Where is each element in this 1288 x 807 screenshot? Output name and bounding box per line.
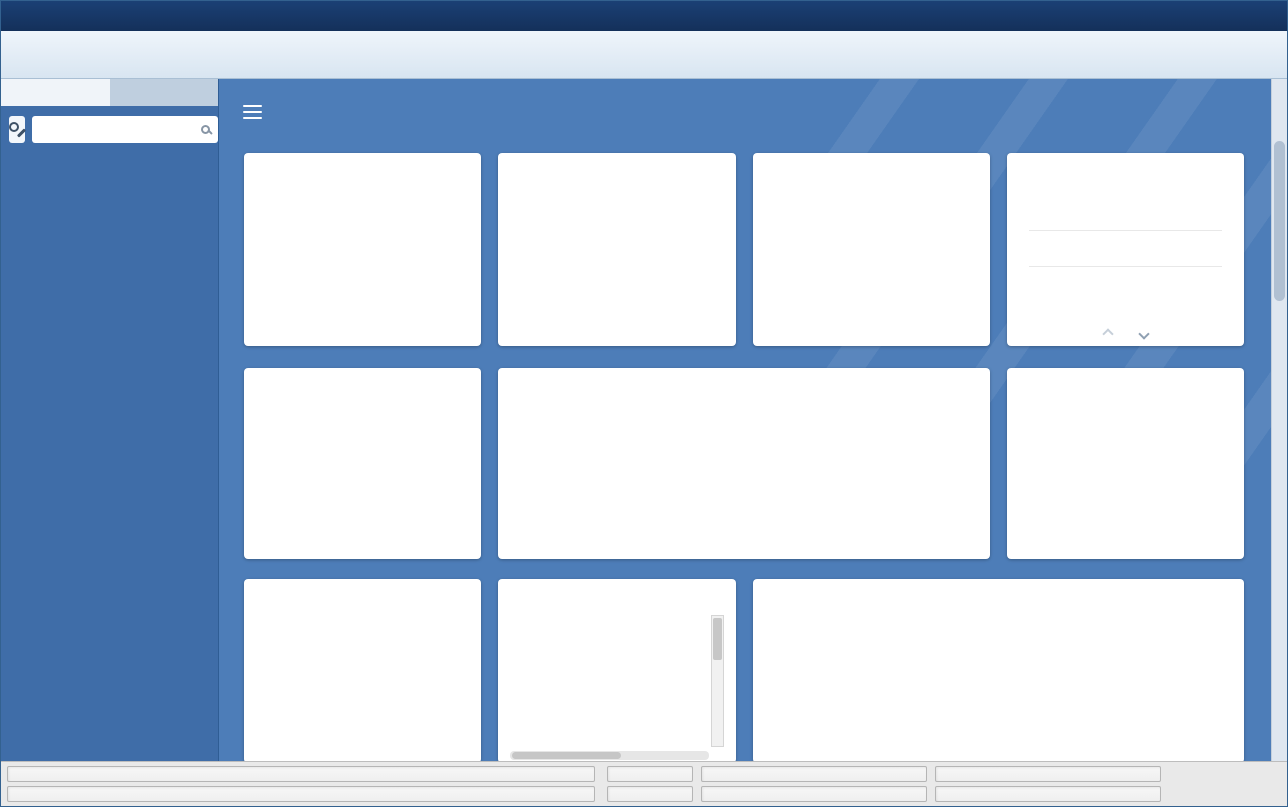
recent-update-item: [1007, 195, 1244, 231]
tab-drag-and-relate[interactable]: [109, 79, 218, 106]
status-message-field: [7, 766, 595, 782]
widget-menu-icon[interactable]: [243, 101, 262, 123]
customize-menu-button[interactable]: [9, 116, 25, 143]
menu-search-input[interactable]: [40, 122, 195, 137]
chart-card-pie: [1007, 368, 1244, 559]
chart-card-line: [498, 368, 990, 559]
dashboard: [219, 79, 1271, 761]
status-time-field: [607, 786, 693, 802]
recent-updates-card: [1007, 153, 1244, 346]
title-bar: [1, 1, 1287, 31]
chart-box-colimuline: [254, 611, 471, 757]
bp-table-wrap: [510, 615, 709, 747]
status-message-field: [7, 786, 595, 802]
status-date-field: [607, 766, 693, 782]
search-icon: [201, 125, 210, 134]
chart-card-colimuline: [244, 579, 481, 761]
sidebar-search-row: [1, 106, 218, 152]
chart-box-pie: [1017, 402, 1234, 551]
chart-card-normal: [244, 368, 481, 559]
recent-pager: [1007, 328, 1244, 340]
wrench-icon: [9, 121, 25, 138]
kpi-card-grpo-not-invoiced: [753, 153, 990, 346]
recent-update-item: [1007, 231, 1244, 267]
status-field: [701, 766, 927, 782]
table-card: [498, 579, 736, 761]
main-vertical-scrollbar[interactable]: [1271, 79, 1287, 761]
table-vertical-scrollbar[interactable]: [711, 615, 724, 747]
app-window: [0, 0, 1288, 807]
sap-business-one-logo: [1270, 766, 1273, 769]
chevron-up-icon[interactable]: [1101, 328, 1114, 340]
chart-box-advdb: [763, 611, 1234, 757]
sidebar: [1, 79, 219, 761]
status-bar: [1, 761, 1287, 806]
main-toolbar: [1, 31, 1287, 79]
tab-modules[interactable]: [1, 79, 110, 106]
scrollbar-thumb[interactable]: [1274, 141, 1285, 301]
recent-updates-list: [1007, 195, 1244, 267]
chevron-down-icon[interactable]: [1137, 328, 1150, 340]
status-field: [701, 786, 927, 802]
menu-search-box: [32, 116, 218, 143]
chart-box-normal: [254, 402, 471, 551]
table-horizontal-scrollbar[interactable]: [510, 751, 709, 760]
kpi-card-total-purchase: [244, 153, 481, 346]
sidebar-tabs: [1, 79, 218, 106]
status-field: [935, 766, 1161, 782]
chart-box-line: [508, 402, 980, 551]
chart-card-advdb: [753, 579, 1244, 761]
kpi-card-total-payable: [498, 153, 736, 346]
status-field: [935, 786, 1161, 802]
